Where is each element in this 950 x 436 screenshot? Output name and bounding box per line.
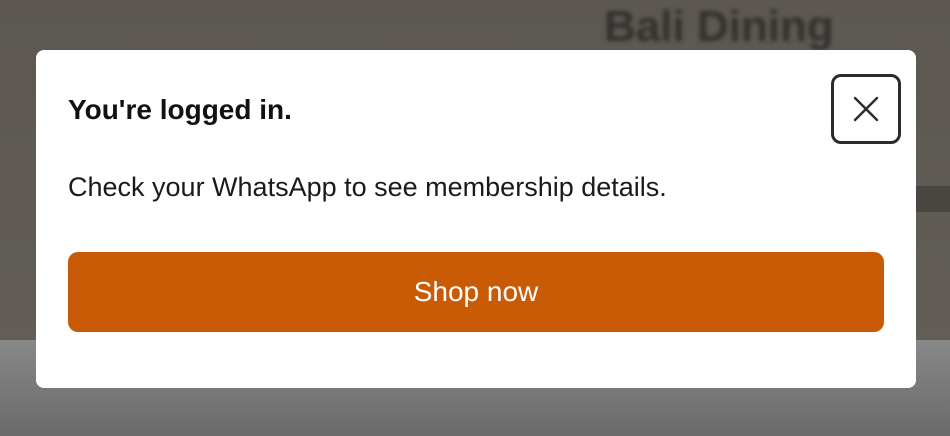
dialog-message: Check your WhatsApp to see membership de… [68,172,667,202]
shop-now-button[interactable]: Shop now [68,252,884,332]
background-heading: Bali Dining [604,2,834,51]
login-confirmation-dialog: You're logged in. Check your WhatsApp to… [36,50,916,388]
background-element [916,186,950,212]
close-button[interactable] [831,74,901,144]
close-icon [853,96,879,122]
dialog-title: You're logged in. [68,94,292,125]
